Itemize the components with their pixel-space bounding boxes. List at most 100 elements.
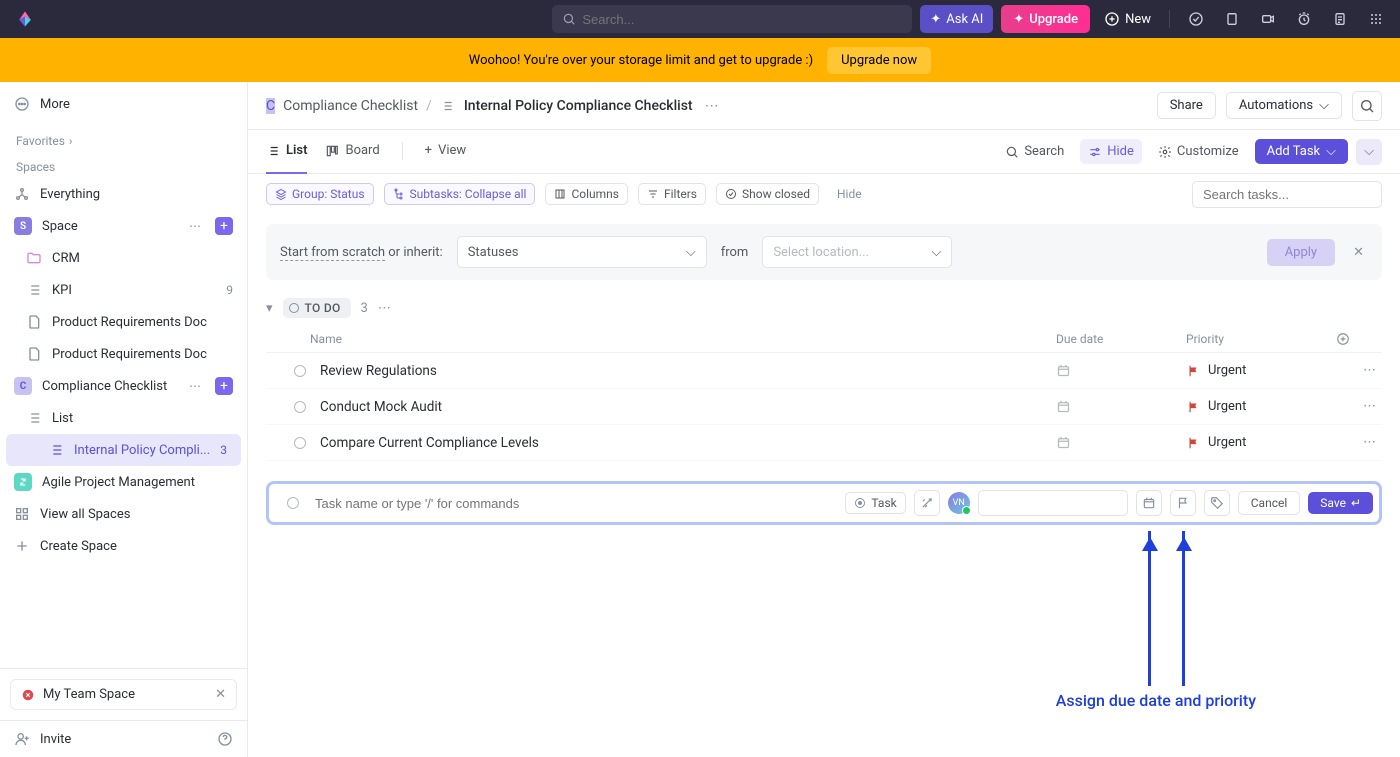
- row-menu-button[interactable]: ⋯: [1336, 399, 1376, 414]
- task-row[interactable]: Conduct Mock Audit Urgent ⋯: [266, 389, 1382, 425]
- sidebar-item-label: List: [52, 411, 73, 426]
- view-tab-list[interactable]: List: [266, 130, 307, 174]
- apps-grid-icon[interactable]: [1362, 5, 1390, 33]
- banner-upgrade-button[interactable]: Upgrade now: [827, 47, 931, 74]
- invite-button[interactable]: Invite: [0, 720, 247, 757]
- global-search-input[interactable]: [582, 12, 902, 27]
- show-closed-chip[interactable]: Show closed: [716, 183, 819, 205]
- col-due[interactable]: Due date: [1056, 332, 1186, 346]
- col-priority[interactable]: Priority: [1186, 332, 1336, 346]
- add-view-button[interactable]: + View: [425, 130, 467, 174]
- sidebar-item-prd2[interactable]: Product Requirements Doc: [0, 338, 247, 370]
- new-task-field[interactable]: [978, 490, 1128, 516]
- location-select[interactable]: Select location... ⌵: [762, 236, 952, 268]
- status-circle-icon[interactable]: [287, 497, 299, 509]
- status-circle-icon[interactable]: [294, 401, 306, 413]
- close-icon[interactable]: ✕: [215, 687, 226, 702]
- col-name[interactable]: Name: [310, 332, 1056, 346]
- status-circle-icon[interactable]: [294, 437, 306, 449]
- sidebar-active-list[interactable]: Internal Policy Compli... 3: [6, 434, 241, 466]
- save-button[interactable]: Save ↵: [1308, 492, 1373, 514]
- sidebar-space[interactable]: S Space ⋯ +: [0, 210, 247, 242]
- statuses-select[interactable]: Statuses ⌵: [457, 236, 707, 268]
- row-menu-button[interactable]: ⋯: [1336, 435, 1376, 450]
- filters-chip[interactable]: Filters: [638, 183, 706, 205]
- group-chip[interactable]: Group: Status: [266, 183, 374, 205]
- sidebar-item-crm[interactable]: CRM: [0, 242, 247, 274]
- sidebar-everything[interactable]: Everything: [0, 178, 247, 210]
- subtasks-chip[interactable]: Subtasks: Collapse all: [384, 183, 536, 205]
- upgrade-button[interactable]: ✦ Upgrade: [1001, 5, 1090, 33]
- task-type-chip[interactable]: Task: [845, 492, 905, 514]
- task-row[interactable]: Review Regulations Urgent ⋯: [266, 353, 1382, 389]
- flag-icon: [1186, 364, 1200, 378]
- avatar[interactable]: VN: [948, 492, 970, 514]
- priority-button[interactable]: [1170, 490, 1196, 516]
- search-icon-button[interactable]: [1352, 91, 1382, 121]
- task-name[interactable]: Compare Current Compliance Levels: [320, 435, 1056, 451]
- help-icon[interactable]: [217, 731, 233, 747]
- search-tasks-input[interactable]: [1192, 181, 1382, 208]
- start-scratch-link[interactable]: Start from scratch: [280, 245, 385, 261]
- due-date-cell[interactable]: [1056, 363, 1186, 378]
- due-date-cell[interactable]: [1056, 399, 1186, 414]
- priority-cell[interactable]: Urgent: [1186, 399, 1336, 414]
- sidebar-compliance[interactable]: C Compliance Checklist ⋯ +: [0, 370, 247, 402]
- folder-icon: [26, 250, 42, 266]
- hide-chip[interactable]: Hide: [829, 184, 870, 204]
- sidebar-more[interactable]: More: [0, 88, 247, 120]
- row-menu-button[interactable]: ⋯: [1336, 363, 1376, 378]
- status-pill[interactable]: TO DO: [283, 298, 351, 318]
- video-icon[interactable]: [1254, 5, 1282, 33]
- favorites-heading[interactable]: Favorites ›: [0, 126, 247, 152]
- automations-button[interactable]: Automations ⌵: [1226, 92, 1342, 119]
- sidebar-item-label: View all Spaces: [40, 507, 130, 522]
- priority-cell[interactable]: Urgent: [1186, 363, 1336, 378]
- priority-cell[interactable]: Urgent: [1186, 435, 1336, 450]
- expand-button[interactable]: ⌵: [1356, 139, 1382, 165]
- sidebar-view-all[interactable]: View all Spaces: [0, 498, 247, 530]
- ask-ai-button[interactable]: ✦ Ask AI: [920, 5, 993, 33]
- tag-button[interactable]: [1204, 490, 1230, 516]
- chevron-right-icon: ›: [69, 134, 73, 148]
- columns-chip[interactable]: Columns: [545, 183, 628, 205]
- ellipsis-icon[interactable]: ⋯: [189, 379, 201, 393]
- global-search[interactable]: [552, 5, 912, 33]
- apply-button[interactable]: Apply: [1267, 239, 1335, 266]
- hide-toggle[interactable]: Hide: [1080, 139, 1142, 164]
- new-button[interactable]: New: [1098, 11, 1157, 27]
- new-task-input[interactable]: [315, 492, 837, 515]
- customize-button[interactable]: Customize: [1150, 139, 1247, 164]
- sidebar-item-kpi[interactable]: KPI 9: [0, 274, 247, 306]
- due-date-cell[interactable]: [1056, 435, 1186, 450]
- sidebar-create-space[interactable]: Create Space: [0, 530, 247, 562]
- search-toggle[interactable]: Search: [997, 139, 1072, 164]
- breadcrumb-parent[interactable]: Compliance Checklist: [283, 98, 418, 114]
- team-space-chip[interactable]: My Team Space ✕: [10, 679, 237, 710]
- close-icon[interactable]: ✕: [1349, 245, 1368, 260]
- cancel-button[interactable]: Cancel: [1238, 491, 1301, 515]
- ellipsis-icon[interactable]: ⋯: [378, 301, 391, 316]
- collapse-toggle[interactable]: ▾: [266, 301, 273, 316]
- wand-icon-button[interactable]: [914, 490, 940, 516]
- add-task-button[interactable]: Add Task ⌵: [1255, 139, 1348, 164]
- status-circle-icon[interactable]: [294, 365, 306, 377]
- view-tab-board[interactable]: Board: [325, 130, 379, 174]
- task-name[interactable]: Review Regulations: [320, 363, 1056, 379]
- check-circle-icon[interactable]: [1182, 5, 1210, 33]
- ellipsis-icon[interactable]: ⋯: [189, 219, 201, 233]
- task-name[interactable]: Conduct Mock Audit: [320, 399, 1056, 415]
- sidebar-sublist[interactable]: List: [0, 402, 247, 434]
- ellipsis-icon[interactable]: ⋯: [705, 98, 719, 114]
- clipboard-icon[interactable]: [1218, 5, 1246, 33]
- due-date-button[interactable]: [1136, 490, 1162, 516]
- clock-icon[interactable]: [1290, 5, 1318, 33]
- add-column-button[interactable]: [1336, 332, 1376, 346]
- share-button[interactable]: Share: [1157, 92, 1216, 119]
- task-row[interactable]: Compare Current Compliance Levels Urgent…: [266, 425, 1382, 461]
- add-button[interactable]: +: [215, 377, 233, 395]
- notepad-icon[interactable]: [1326, 5, 1354, 33]
- add-button[interactable]: +: [215, 217, 233, 235]
- sidebar-item-prd1[interactable]: Product Requirements Doc: [0, 306, 247, 338]
- sidebar-agile[interactable]: Agile Project Management: [0, 466, 247, 498]
